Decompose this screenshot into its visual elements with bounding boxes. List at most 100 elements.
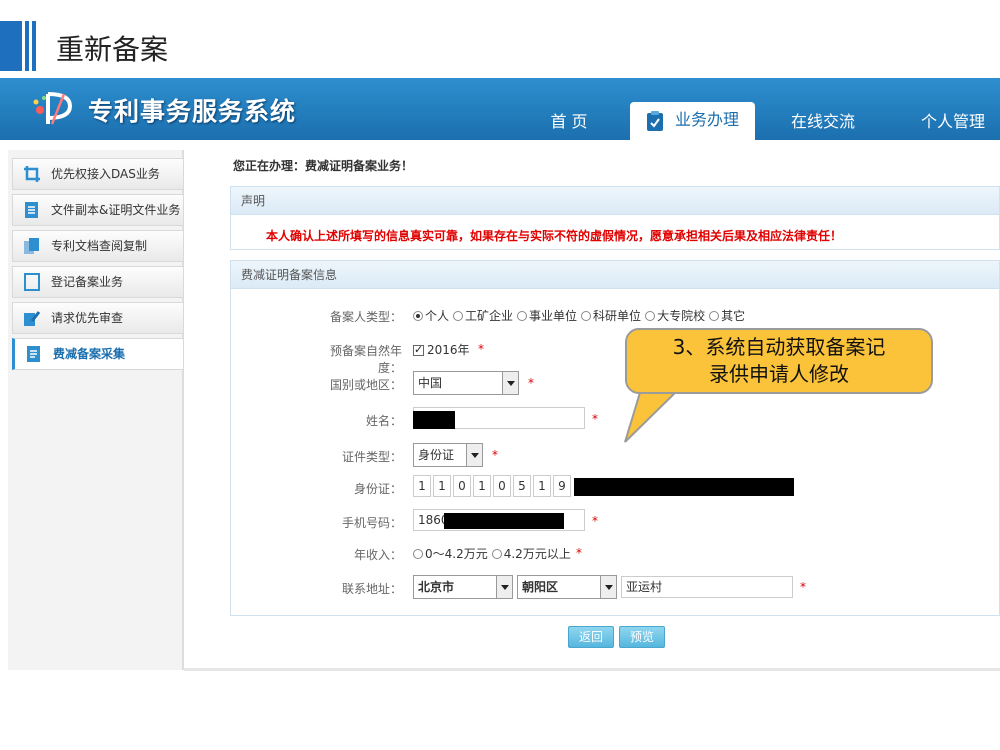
income-option-high[interactable]: 4.2万元以上 [491, 545, 571, 562]
id-digit-box[interactable]: 1 [533, 475, 551, 497]
tab-label: 在线交流 [790, 112, 855, 131]
notice-text: 本人确认上述所填写的信息真实可靠，如果存在与实际不符的虚假情况，愿意承担相关后果… [266, 229, 843, 243]
radio-icon [491, 548, 502, 559]
required-mark: * [576, 546, 582, 560]
list-icon [27, 346, 40, 362]
filer-type-option-institution[interactable]: 事业单位 [517, 307, 577, 324]
id-digit-box[interactable]: 5 [513, 475, 531, 497]
year-checkbox[interactable]: 2016年 [413, 341, 470, 358]
copy-icon [24, 238, 39, 254]
filer-type-option-college[interactable]: 大专院校 [645, 307, 705, 324]
sidebar-item-label: 优先权接入DAS业务 [51, 167, 160, 181]
sidebar-item-file-copy[interactable]: 文件副本&证明文件业务 [12, 194, 184, 226]
address-label: 联系地址： [341, 582, 402, 596]
id-digit-box[interactable]: 1 [433, 475, 451, 497]
filer-type-option-enterprise[interactable]: 工矿企业 [453, 307, 513, 324]
tab-label: 业务办理 [675, 110, 740, 129]
id-digit-box[interactable]: 0 [493, 475, 511, 497]
radio-icon [413, 548, 423, 559]
sidebar-item-label: 文件副本&证明文件业务 [51, 203, 181, 217]
slide-accent-bar [25, 21, 29, 71]
required-mark: * [592, 412, 598, 426]
filer-type-option-research[interactable]: 科研单位 [581, 307, 641, 324]
breadcrumb: 您正在办理：费减证明备案业务！ [233, 159, 414, 173]
sidebar-item-priority-review[interactable]: 请求优先审查 [12, 302, 184, 334]
chevron-down-icon [496, 576, 512, 598]
tab-label: 首 页 [550, 112, 588, 131]
callout-line: 3、系统自动获取备案记 [672, 335, 886, 359]
street-input[interactable]: 亚运村 [621, 576, 793, 598]
preview-button[interactable]: 预览 [619, 626, 666, 648]
redacted-phone [444, 513, 564, 529]
checkbox-icon [413, 343, 424, 356]
required-mark: * [528, 376, 534, 390]
tab-personal[interactable]: 个人管理 [910, 104, 996, 140]
sidebar-item-label: 专利文档查阅复制 [51, 239, 148, 253]
required-mark: * [800, 580, 806, 594]
radio-icon [709, 310, 720, 321]
required-mark: * [592, 514, 598, 528]
redacted-name [413, 411, 455, 429]
country-select[interactable]: 中国 [413, 371, 519, 395]
notice-panel: 声明 本人确认上述所填写的信息真实可靠，如果存在与实际不符的虚假情况，愿意承担相… [230, 186, 1000, 250]
tab-home[interactable]: 首 页 [534, 104, 604, 140]
tab-business[interactable]: 业务办理 [630, 102, 755, 140]
radio-icon [517, 310, 528, 321]
patent-logo-icon [33, 92, 73, 125]
crop-icon [24, 166, 40, 182]
divider [184, 668, 1000, 671]
filer-type-option-other[interactable]: 其它 [709, 307, 745, 324]
name-label: 姓名： [365, 414, 402, 428]
year-label: 预备案自然年度： [329, 344, 402, 375]
clipboard-icon [646, 110, 663, 131]
sidebar-item-registration[interactable]: 登记备案业务 [12, 266, 184, 298]
slide-title: 重新备案 [56, 33, 169, 66]
radio-icon [581, 310, 592, 321]
id-digit-box[interactable]: 1 [413, 475, 431, 497]
callout-pointer [624, 386, 684, 443]
sidebar-item-label: 费减备案采集 [53, 347, 126, 361]
sidebar: 优先权接入DAS业务 文件副本&证明文件业务 专利文档查阅复制 登记备案业务 请… [8, 150, 184, 670]
id-digit-box[interactable]: 9 [553, 475, 571, 497]
notice-title: 声明 [231, 187, 999, 215]
id-type-select[interactable]: 身份证 [413, 443, 483, 467]
filer-type-label: 备案人类型： [329, 310, 402, 324]
callout-line: 录供申请人修改 [709, 362, 849, 386]
tab-label: 个人管理 [920, 112, 985, 131]
document-icon [25, 202, 38, 218]
sidebar-item-das[interactable]: 优先权接入DAS业务 [12, 158, 184, 190]
form-title: 费减证明备案信息 [231, 261, 999, 289]
country-label: 国别或地区： [329, 378, 402, 392]
sidebar-item-label: 请求优先审查 [51, 311, 124, 325]
sidebar-item-fee-reduction[interactable]: 费减备案采集 [12, 338, 184, 370]
required-mark: * [478, 342, 484, 356]
chevron-down-icon [466, 444, 482, 466]
sidebar-item-label: 登记备案业务 [51, 275, 124, 289]
income-radio-group: 0～4.2万元 4.2万元以上 [413, 545, 571, 562]
district-select[interactable]: 朝阳区 [517, 575, 617, 599]
filer-type-radio-group: 个人 工矿企业 事业单位 科研单位 大专院校 其它 [413, 307, 745, 324]
city-select[interactable]: 北京市 [413, 575, 513, 599]
chevron-down-icon [600, 576, 616, 598]
id-number-label: 身份证： [353, 482, 402, 496]
tab-online-chat[interactable]: 在线交流 [780, 104, 866, 140]
app-header: 专利事务服务系统 首 页 业务办理 在线交流 个人管理 [0, 78, 1000, 140]
chevron-down-icon [502, 372, 518, 394]
slide-accent-bar [32, 21, 36, 71]
radio-icon [645, 310, 656, 321]
id-digit-box[interactable]: 0 [453, 475, 471, 497]
sidebar-item-doc-copy[interactable]: 专利文档查阅复制 [12, 230, 184, 262]
back-button[interactable]: 返回 [568, 626, 615, 648]
redacted-id-number [574, 478, 794, 496]
income-label: 年收入： [353, 548, 402, 562]
radio-icon [453, 310, 464, 321]
edit-icon [24, 311, 41, 326]
id-digit-box[interactable]: 1 [473, 475, 491, 497]
app-name: 专利事务服务系统 [88, 97, 297, 126]
phone-label: 手机号码： [341, 516, 402, 530]
income-option-low[interactable]: 0～4.2万元 [413, 545, 488, 562]
id-type-label: 证件类型： [341, 450, 402, 464]
radio-icon [413, 310, 423, 321]
filer-type-option-individual[interactable]: 个人 [413, 307, 449, 324]
page-icon [24, 273, 40, 291]
